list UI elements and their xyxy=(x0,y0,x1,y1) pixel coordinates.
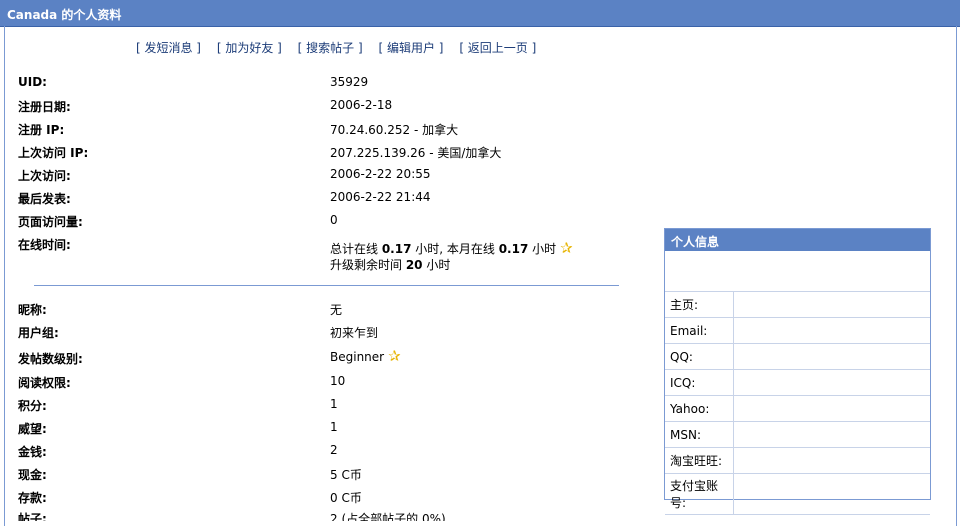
profile-row-usergroup: 用户组: 初来乍到 xyxy=(18,324,618,344)
action-links: [ 发短消息 ] [ 加为好友 ] [ 搜索帖子 ] [ 编辑用户 ] [ 返回… xyxy=(136,39,548,56)
info-row-regdate: 注册日期: 2006-2-18 xyxy=(18,98,618,118)
profile-row-prestige: 威望: 1 xyxy=(18,420,618,440)
profile-row-readperm: 阅读权限: 10 xyxy=(18,374,618,394)
info-label: 上次访问 IP: xyxy=(18,146,89,160)
panel-title: 个人信息 xyxy=(665,229,930,251)
search-posts-link[interactable]: [ 搜索帖子 ] xyxy=(298,41,363,55)
star-icon: ✰ xyxy=(388,347,401,365)
table-row: Yahoo: xyxy=(665,395,930,422)
field-label: Yahoo: xyxy=(665,395,734,422)
profile-label: 存款: xyxy=(18,491,47,505)
panel-blank-area xyxy=(665,251,930,292)
personal-info-table: 主页: Email: QQ: ICQ: Yahoo: MSN: 淘宝旺旺: 支付… xyxy=(665,292,930,515)
edit-user-link[interactable]: [ 编辑用户 ] xyxy=(378,41,443,55)
field-label: 支付宝账号: xyxy=(665,473,734,515)
profile-label: 阅读权限: xyxy=(18,376,71,390)
profile-label: 现金: xyxy=(18,468,47,482)
profile-value: 0 C币 xyxy=(330,491,362,505)
info-value: 207.225.139.26 - 美国/加拿大 xyxy=(330,146,502,160)
profile-row-postlevel: 发帖数级别: Beginner ✰ xyxy=(18,347,618,370)
info-label: 页面访问量: xyxy=(18,215,83,229)
info-label: 注册日期: xyxy=(18,100,71,114)
profile-value: 无 xyxy=(330,303,343,317)
field-value xyxy=(733,447,930,474)
info-label: 上次访问: xyxy=(18,169,71,183)
field-label: QQ: xyxy=(665,343,734,370)
info-value: 70.24.60.252 - 加拿大 xyxy=(330,123,459,137)
profile-value: 2 xyxy=(330,443,338,457)
field-value xyxy=(733,317,930,344)
field-value xyxy=(733,421,930,448)
profile-label: 用户组: xyxy=(18,326,59,340)
profile-value: 2 (占全部帖子的 0%) xyxy=(330,512,446,521)
info-row-lastvisit: 上次访问: 2006-2-22 20:55 xyxy=(18,167,618,187)
info-row-lastip: 上次访问 IP: 207.225.139.26 - 美国/加拿大 xyxy=(18,144,618,164)
info-row-lastpost: 最后发表: 2006-2-22 21:44 xyxy=(18,190,618,210)
profile-row-credits: 积分: 1 xyxy=(18,397,618,417)
field-value xyxy=(733,395,930,422)
info-value: 2006-2-22 20:55 xyxy=(330,167,431,181)
table-row: 淘宝旺旺: xyxy=(665,447,930,474)
add-friend-link[interactable]: [ 加为好友 ] xyxy=(217,41,282,55)
profile-row-cash: 现金: 5 C币 xyxy=(18,466,618,486)
table-row: 支付宝账号: xyxy=(665,473,930,515)
profile-label: 发帖数级别: xyxy=(18,352,83,366)
online-time-line1: 总计在线 0.17 小时, 本月在线 0.17 小时 ✰ xyxy=(330,239,573,257)
star-icon: ✰ xyxy=(560,239,573,257)
field-value xyxy=(733,473,930,515)
title-bar: Canada 的个人资料 xyxy=(0,0,960,27)
info-value: 0 xyxy=(330,213,338,227)
field-label: 主页: xyxy=(665,292,734,318)
profile-label: 金钱: xyxy=(18,445,47,459)
info-label: UID: xyxy=(18,75,47,89)
profile-value: 1 xyxy=(330,397,338,411)
profile-row-money: 金钱: 2 xyxy=(18,443,618,463)
info-value: 2006-2-22 21:44 xyxy=(330,190,431,204)
info-label: 注册 IP: xyxy=(18,123,65,137)
info-row-regip: 注册 IP: 70.24.60.252 - 加拿大 xyxy=(18,121,618,141)
info-label: 在线时间: xyxy=(18,238,71,252)
online-total: 0.17 xyxy=(381,242,412,256)
table-row: QQ: xyxy=(665,343,930,370)
go-back-link[interactable]: [ 返回上一页 ] xyxy=(459,41,536,55)
personal-info-panel: 个人信息 主页: Email: QQ: ICQ: Yahoo: MSN: 淘宝旺… xyxy=(664,228,931,515)
online-time-line2: 升级剩余时间 20 小时 xyxy=(330,258,451,272)
info-row-uid: UID: 35929 xyxy=(18,75,618,95)
info-row-online-time: 在线时间: 总计在线 0.17 小时, 本月在线 0.17 小时 ✰ 升级剩余时间… xyxy=(18,236,618,276)
field-label: ICQ: xyxy=(665,369,734,396)
profile-row-deposit: 存款: 0 C币 xyxy=(18,489,618,509)
send-message-link[interactable]: [ 发短消息 ] xyxy=(136,41,201,55)
profile-label: 昵称: xyxy=(18,303,47,317)
info-value: 35929 xyxy=(330,75,369,89)
field-label: Email: xyxy=(665,317,734,344)
profile-value: 5 C币 xyxy=(330,468,362,482)
table-row: MSN: xyxy=(665,421,930,448)
field-label: 淘宝旺旺: xyxy=(665,447,734,474)
online-month: 0.17 xyxy=(498,242,529,256)
field-value xyxy=(733,343,930,370)
profile-row-posts: 帖子: 2 (占全部帖子的 0%) xyxy=(18,510,618,521)
profile-row-nickname: 昵称: 无 xyxy=(18,301,618,321)
page-title: Canada 的个人资料 xyxy=(7,8,122,22)
profile-value: 1 xyxy=(330,420,338,434)
info-value: 2006-2-18 xyxy=(330,98,393,112)
info-label: 最后发表: xyxy=(18,192,71,206)
profile-label: 积分: xyxy=(18,399,47,413)
profile-value: 10 xyxy=(330,374,346,388)
table-row: Email: xyxy=(665,317,930,344)
upgrade-remain: 20 xyxy=(405,258,423,272)
table-row: ICQ: xyxy=(665,369,930,396)
profile-value: 初来乍到 xyxy=(330,326,379,340)
field-value xyxy=(733,292,930,318)
field-value xyxy=(733,369,930,396)
profile-label: 帖子: xyxy=(18,512,47,521)
profile-value: Beginner ✰ xyxy=(330,347,401,365)
section-divider xyxy=(34,285,619,286)
profile-label: 威望: xyxy=(18,422,47,436)
field-label: MSN: xyxy=(665,421,734,448)
info-row-pageviews: 页面访问量: 0 xyxy=(18,213,618,233)
table-row: 主页: xyxy=(665,292,930,318)
